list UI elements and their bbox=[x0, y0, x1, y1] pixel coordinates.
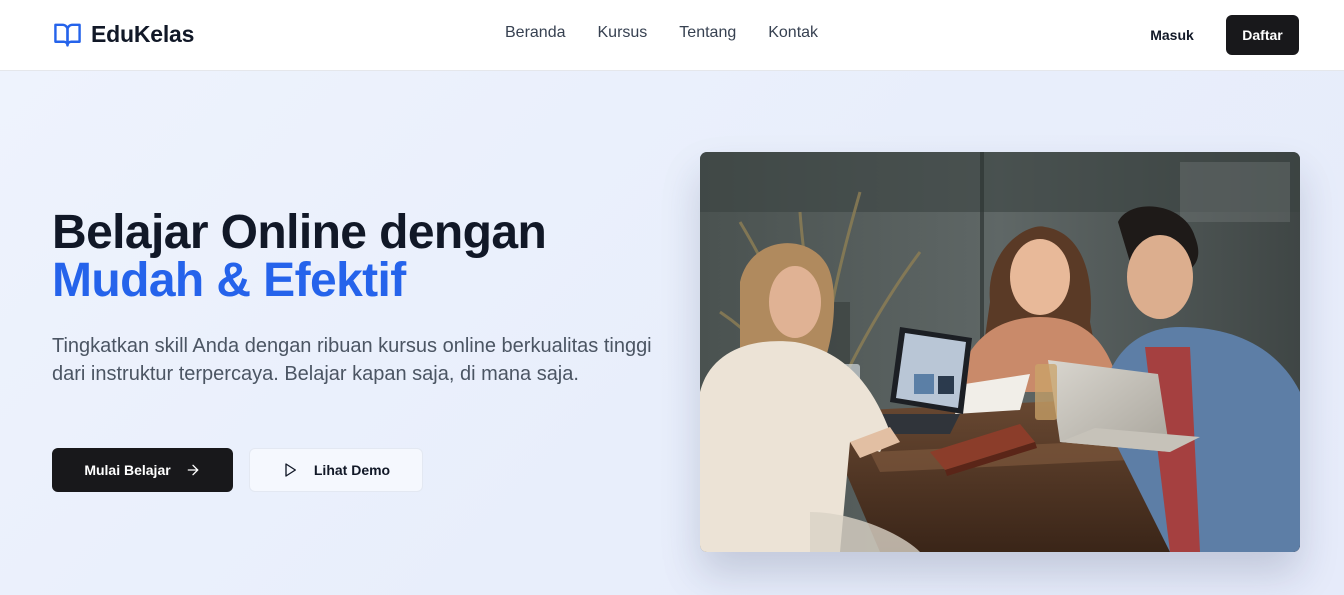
main-nav: Beranda Kursus Tentang Kontak bbox=[505, 24, 818, 42]
nav-link-kursus[interactable]: Kursus bbox=[598, 24, 648, 42]
nav-link-beranda[interactable]: Beranda bbox=[505, 24, 566, 42]
login-button[interactable]: Masuk bbox=[1132, 15, 1212, 55]
brand-logo[interactable]: EduKelas bbox=[52, 20, 194, 49]
hero-section: Belajar Online dengan Mudah & Efektif Ti… bbox=[0, 71, 1344, 595]
hero-photo-illustration bbox=[700, 152, 1300, 552]
hero-photo bbox=[700, 152, 1300, 552]
start-learning-label: Mulai Belajar bbox=[84, 462, 171, 478]
watch-demo-button[interactable]: Lihat Demo bbox=[249, 448, 423, 492]
brand-name: EduKelas bbox=[91, 21, 195, 47]
navbar: EduKelas Beranda Kursus Tentang Kontak M… bbox=[0, 0, 1344, 71]
watch-demo-label: Lihat Demo bbox=[313, 462, 391, 478]
hero-description: Tingkatkan skill Anda dengan ribuan kurs… bbox=[52, 335, 652, 385]
start-learning-button[interactable]: Mulai Belajar bbox=[52, 448, 233, 492]
register-button[interactable]: Daftar bbox=[1226, 15, 1299, 55]
book-open-icon bbox=[54, 23, 81, 47]
hero-title-line-1: Belajar Online dengan bbox=[52, 206, 547, 259]
hero-title: Belajar Online dengan Mudah & Efektif bbox=[52, 206, 547, 307]
nav-link-kontak[interactable]: Kontak bbox=[768, 24, 818, 42]
arrow-right-icon bbox=[187, 464, 199, 476]
hero-title-highlight: Mudah & Efektif bbox=[52, 254, 406, 307]
play-icon bbox=[285, 463, 296, 477]
nav-link-tentang[interactable]: Tentang bbox=[679, 24, 736, 42]
